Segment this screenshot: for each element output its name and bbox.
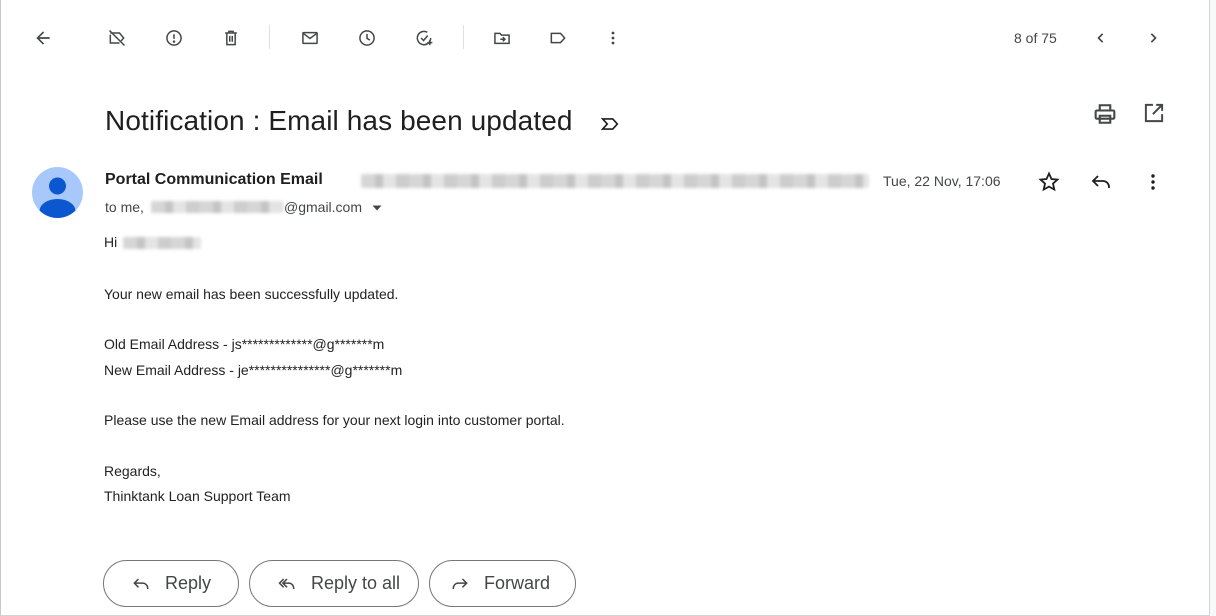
greeting: Hi — [104, 234, 118, 250]
mark-unread-icon[interactable] — [294, 22, 326, 54]
report-spam-icon[interactable] — [158, 22, 190, 54]
toolbar-divider — [269, 25, 270, 49]
show-details-caret-icon[interactable] — [371, 204, 383, 212]
move-to-icon[interactable] — [486, 22, 518, 54]
reply-all-button-label: Reply to all — [311, 573, 401, 593]
email-view: 8 of 75 Notification : Email has been up… — [0, 0, 1210, 616]
toolbar-divider — [463, 25, 464, 49]
label-icon[interactable] — [542, 22, 574, 54]
delete-icon[interactable] — [215, 22, 247, 54]
snooze-icon[interactable] — [351, 22, 383, 54]
body-paragraph: Your new email has been successfully upd… — [104, 286, 399, 302]
recipient-prefix: to me, — [105, 199, 144, 215]
back-arrow-icon[interactable] — [27, 22, 59, 54]
email-subject: Notification : Email has been updated — [105, 105, 573, 136]
sender-avatar[interactable] — [32, 167, 83, 218]
email-date: Tue, 22 Nov, 17:06 — [883, 173, 1001, 189]
chevron-left-icon[interactable] — [1085, 22, 1117, 54]
reply-button-label: Reply — [165, 573, 212, 593]
redacted-sender-address — [361, 174, 869, 188]
reply-all-icon — [278, 577, 295, 589]
forward-button[interactable]: Forward — [429, 560, 576, 607]
message-more-icon[interactable] — [1141, 170, 1165, 194]
body-paragraph: Please use the new Email address for you… — [104, 412, 565, 428]
open-in-new-window-icon[interactable] — [1141, 100, 1167, 126]
redacted-recipient — [151, 201, 283, 213]
signature: Thinktank Loan Support Team — [104, 488, 291, 504]
importance-marker-icon[interactable] — [599, 113, 621, 135]
new-email-line: New Email Address - je***************@g*… — [104, 362, 403, 378]
message-toolbar: 8 of 75 — [1, 0, 1209, 74]
chevron-right-icon[interactable] — [1137, 22, 1169, 54]
redacted-name — [123, 237, 201, 249]
add-task-icon[interactable] — [408, 22, 440, 54]
recipient-domain: @gmail.com — [284, 199, 363, 215]
reply-button[interactable]: Reply — [103, 560, 239, 607]
forward-button-label: Forward — [484, 573, 551, 593]
sender-name[interactable]: Portal Communication Email — [105, 171, 323, 189]
star-icon[interactable] — [1037, 170, 1061, 194]
forward-icon — [452, 577, 468, 589]
more-vert-icon[interactable] — [597, 22, 629, 54]
reply-icon[interactable] — [1089, 170, 1113, 194]
old-email-line: Old Email Address - js*************@g***… — [104, 336, 385, 352]
reply-icon — [133, 577, 149, 589]
label-off-icon[interactable] — [101, 22, 133, 54]
message-position-counter: 8 of 75 — [1014, 30, 1057, 46]
print-icon[interactable] — [1091, 100, 1119, 128]
reply-all-button[interactable]: Reply to all — [249, 560, 419, 607]
signoff: Regards, — [104, 463, 161, 479]
